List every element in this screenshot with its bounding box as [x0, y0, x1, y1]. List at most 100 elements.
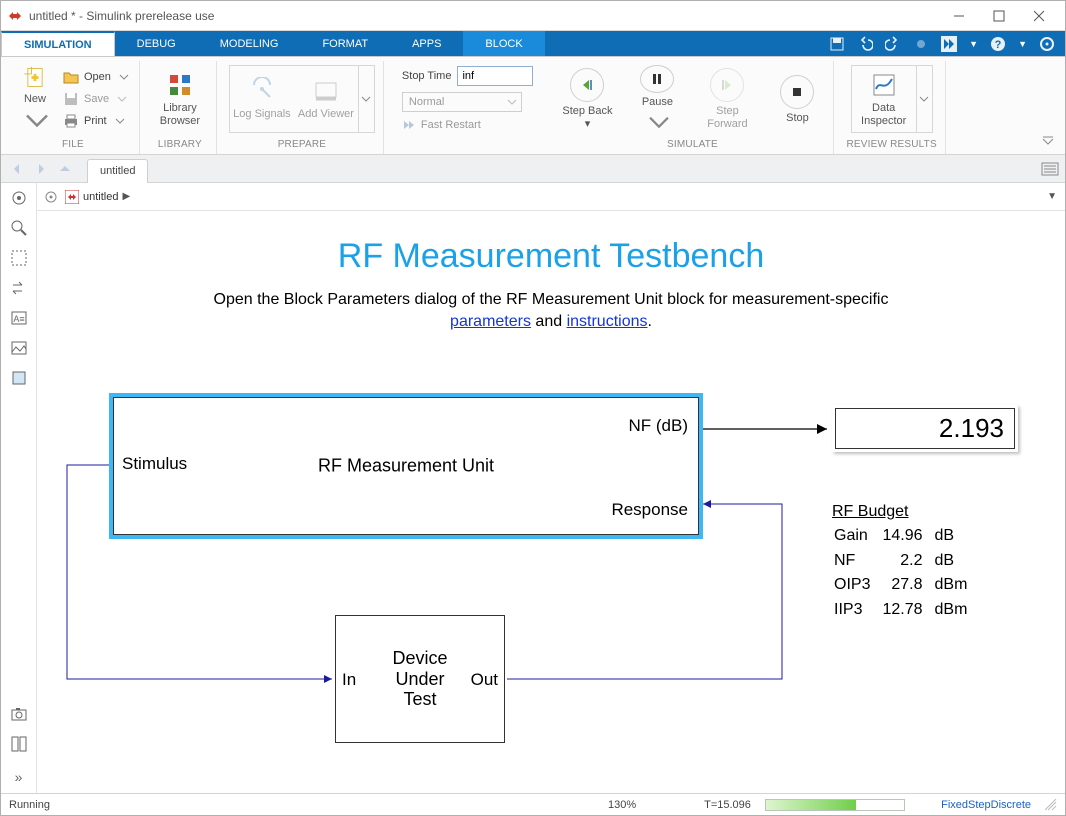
prepare-expand[interactable]	[358, 66, 374, 132]
viewer-icon	[312, 77, 340, 105]
nav-forward-button[interactable]	[31, 159, 51, 179]
stepback-label: Step Back ▾	[559, 105, 615, 129]
area-icon[interactable]	[10, 369, 28, 387]
data-inspector-button[interactable]: Data Inspector	[852, 65, 916, 133]
stepfwd-label: Step Forward	[699, 105, 755, 129]
statusbar: Running 130% T=15.096 FixedStepDiscrete	[1, 793, 1065, 815]
chevron-down-icon	[919, 94, 929, 104]
step-forward-button[interactable]: Step Forward	[699, 65, 755, 133]
open-icon	[63, 69, 79, 85]
pause-icon	[649, 71, 665, 87]
log-signals-button[interactable]: Log Signals	[230, 65, 294, 133]
inspector-icon	[870, 71, 898, 99]
model-nav-bar: untitled	[1, 155, 1065, 183]
expand-palette-button[interactable]: »	[15, 765, 23, 793]
chevron-down-icon	[119, 72, 129, 82]
fastrestart-icon	[402, 118, 416, 132]
pin-icon[interactable]	[45, 191, 57, 203]
group-simulate: Step Back ▾ Pause Step Forward Stop SIMU…	[551, 61, 834, 154]
status-state: Running	[9, 799, 50, 811]
sim-mode-select[interactable]: Normal	[402, 92, 522, 112]
open-button[interactable]: Open	[61, 67, 131, 87]
close-button[interactable]	[1019, 2, 1059, 30]
library-browser-button[interactable]: Library Browser	[152, 65, 208, 133]
block-rf-measurement-unit[interactable]: Stimulus NF (dB) Response RF Measurement…	[113, 397, 699, 535]
print-icon	[63, 113, 79, 129]
swap-icon[interactable]	[10, 279, 28, 297]
port-response: Response	[611, 500, 688, 520]
port-nf: NF (dB)	[629, 416, 689, 436]
zoom-icon[interactable]	[10, 219, 28, 237]
collapse-ribbon-icon[interactable]	[1041, 134, 1055, 148]
tab-format[interactable]: FORMAT	[300, 31, 390, 56]
window: untitled * - Simulink prerelease use SIM…	[0, 0, 1066, 816]
print-button[interactable]: Print	[61, 111, 131, 131]
fast-restart-button[interactable]: Fast Restart	[402, 118, 481, 132]
crumb-dropdown[interactable]: ▼	[1047, 191, 1057, 202]
svg-text:A≡: A≡	[13, 314, 24, 324]
parameters-link[interactable]: parameters	[450, 313, 531, 330]
explorer-icon[interactable]	[10, 735, 28, 753]
minimize-button[interactable]	[939, 2, 979, 30]
annotation-icon[interactable]: A≡	[10, 309, 28, 327]
image-icon[interactable]	[10, 339, 28, 357]
preferences-icon[interactable]	[1039, 36, 1055, 52]
chevron-down-icon	[117, 94, 127, 104]
status-zoom[interactable]: 130%	[608, 799, 636, 811]
display-value: 2.193	[835, 408, 1015, 449]
tab-apps[interactable]: APPS	[390, 31, 463, 56]
tab-modeling[interactable]: MODELING	[198, 31, 301, 56]
qa-dropdown[interactable]: ▼	[969, 39, 978, 49]
diagram-title: RF Measurement Testbench	[37, 237, 1065, 276]
block-dut[interactable]: In Out Device Under Test	[335, 615, 505, 743]
stop-label: Stop	[786, 112, 809, 124]
camera-icon[interactable]	[10, 705, 28, 723]
undo-icon[interactable]	[857, 36, 873, 52]
review-expand[interactable]	[916, 66, 932, 132]
pause-label: Pause	[642, 96, 673, 108]
save-button[interactable]: Save	[61, 89, 131, 109]
new-label: New	[24, 93, 46, 105]
pause-button[interactable]: Pause	[629, 65, 685, 133]
redo-icon[interactable]	[885, 36, 901, 52]
model-tab[interactable]: untitled	[87, 159, 148, 183]
chevron-down-icon	[507, 97, 517, 107]
nav-up-button[interactable]	[55, 159, 75, 179]
crumb-name[interactable]: untitled	[83, 191, 118, 203]
ribbon: New Open Save P	[1, 57, 1065, 155]
group-file: New Open Save P	[7, 61, 140, 154]
keyboard-icon[interactable]	[1041, 162, 1059, 176]
stop-button[interactable]: Stop	[769, 65, 825, 133]
group-library: Library Browser LIBRARY	[144, 61, 217, 154]
tab-block[interactable]: BLOCK	[463, 31, 544, 56]
help-dropdown[interactable]: ▼	[1018, 39, 1027, 49]
fit-icon[interactable]	[10, 249, 28, 267]
library-icon	[166, 71, 194, 99]
nav-back-button[interactable]	[7, 159, 27, 179]
tab-simulation[interactable]: SIMULATION	[1, 31, 115, 56]
chevron-down-icon	[115, 116, 125, 126]
breadcrumb: untitled ▶ ▼	[37, 183, 1065, 211]
titlebar: untitled * - Simulink prerelease use	[1, 1, 1065, 31]
fastforward-icon[interactable]	[941, 36, 957, 52]
display-block[interactable]: 2.193	[832, 405, 1018, 452]
add-viewer-button[interactable]: Add Viewer	[294, 65, 358, 133]
target-icon[interactable]	[10, 189, 28, 207]
save-icon[interactable]	[829, 36, 845, 52]
help-icon[interactable]: ?	[990, 36, 1006, 52]
library-label: Library Browser	[152, 102, 208, 126]
step-back-button[interactable]: Step Back ▾	[559, 65, 615, 133]
group-review: Data Inspector REVIEW RESULTS	[838, 61, 945, 154]
group-prepare: Log Signals Add Viewer PREPARE	[221, 61, 384, 154]
tabstrip: SIMULATION DEBUG MODELING FORMAT APPS BL…	[1, 31, 1065, 57]
resize-grip-icon[interactable]	[1045, 799, 1057, 811]
status-solver[interactable]: FixedStepDiscrete	[941, 799, 1031, 811]
tab-debug[interactable]: DEBUG	[115, 31, 198, 56]
stoptime-input[interactable]	[457, 66, 533, 86]
crumb-expand-icon[interactable]: ▶	[122, 191, 130, 202]
maximize-button[interactable]	[979, 2, 1019, 30]
canvas[interactable]: RF Measurement Testbench Open the Block …	[37, 211, 1065, 793]
instructions-link[interactable]: instructions	[567, 313, 648, 330]
record-icon[interactable]	[913, 36, 929, 52]
new-button[interactable]: New	[15, 65, 55, 133]
